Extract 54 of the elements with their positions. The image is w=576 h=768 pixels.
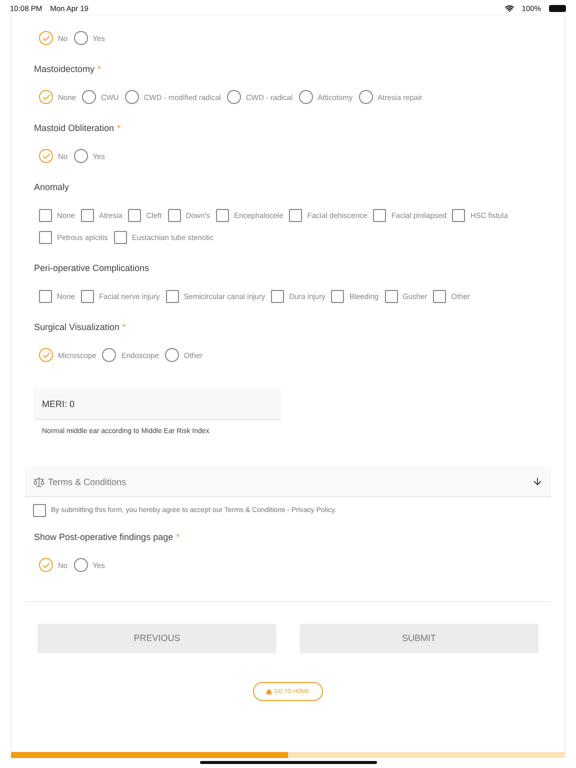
radio-button[interactable] xyxy=(39,90,53,104)
field-label: Show Post-operative findings page * xyxy=(34,531,181,543)
radio-button[interactable] xyxy=(226,90,241,104)
checkbox[interactable] xyxy=(80,290,94,302)
check-icon xyxy=(42,152,50,160)
radio-button[interactable] xyxy=(74,31,88,45)
checkbox[interactable] xyxy=(39,230,52,244)
radio-button[interactable] xyxy=(298,90,313,104)
field-label: Mastoid Obliteration * xyxy=(34,122,122,134)
radio-button[interactable] xyxy=(164,348,179,362)
check-icon xyxy=(42,350,50,360)
radio-button[interactable] xyxy=(102,348,116,362)
checkbox[interactable] xyxy=(271,290,284,302)
field-label: Surgical Visualization * xyxy=(34,321,127,333)
wifi-icon xyxy=(504,4,514,12)
terms-title: Terms & Conditions xyxy=(48,476,128,486)
radio-button[interactable] xyxy=(39,348,53,362)
checkbox[interactable] xyxy=(331,290,344,302)
radio-button[interactable] xyxy=(82,90,96,104)
submit-button[interactable]: SUBMIT xyxy=(300,624,538,652)
radio-button[interactable] xyxy=(74,558,88,572)
check-icon xyxy=(42,92,50,102)
checkbox[interactable] xyxy=(433,290,446,302)
checkbox[interactable] xyxy=(114,230,127,244)
checkbox[interactable] xyxy=(80,208,94,222)
terms-accordion[interactable]: Terms & Conditions xyxy=(25,467,551,497)
radio-button[interactable] xyxy=(358,90,373,104)
home-icon xyxy=(266,688,272,694)
checkbox[interactable] xyxy=(39,290,52,302)
field-label: Anomaly xyxy=(34,181,70,193)
checkbox[interactable] xyxy=(33,504,46,516)
checkbox[interactable] xyxy=(289,208,302,222)
check-icon xyxy=(42,34,50,42)
previous-button[interactable]: PREVIOUS xyxy=(38,624,276,652)
radio-button[interactable] xyxy=(74,149,88,163)
checkbox[interactable] xyxy=(452,208,466,222)
meri-score: MERI: 0 xyxy=(34,389,281,420)
radio-button[interactable] xyxy=(124,90,139,104)
battery-icon xyxy=(549,4,566,12)
checkbox[interactable] xyxy=(128,208,142,222)
arrow-down-icon xyxy=(532,476,543,487)
checkbox[interactable] xyxy=(168,208,181,222)
field-label: Peri-operative Complications xyxy=(34,262,150,274)
radio-button[interactable] xyxy=(39,31,53,45)
radio-button[interactable] xyxy=(39,558,53,572)
checkbox[interactable] xyxy=(216,208,230,222)
checkbox[interactable] xyxy=(39,208,52,222)
radio-button[interactable] xyxy=(39,149,53,163)
checkbox[interactable] xyxy=(384,290,398,302)
checkbox[interactable] xyxy=(166,290,179,302)
field-label: Mastoidectomy * xyxy=(34,63,102,75)
checkbox[interactable] xyxy=(373,208,386,222)
check-icon xyxy=(42,560,50,570)
scale-icon xyxy=(33,476,45,488)
